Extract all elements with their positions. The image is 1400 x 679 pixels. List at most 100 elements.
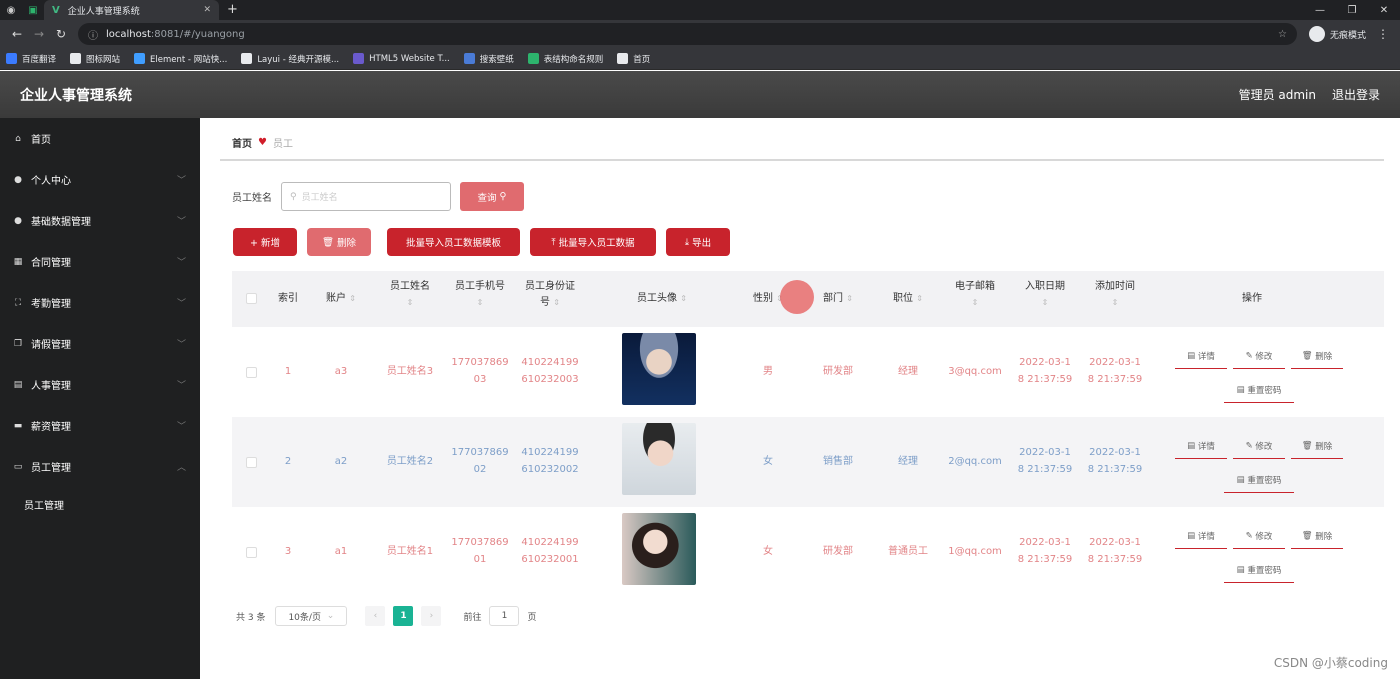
minimize-icon[interactable]: — xyxy=(1304,5,1336,16)
bookmark-icon xyxy=(463,53,475,64)
cell-email: 1@qq.com xyxy=(942,543,1008,560)
logout-link[interactable]: 退出登录 xyxy=(1332,86,1380,103)
row-checkbox[interactable] xyxy=(246,457,257,468)
sort-icon[interactable]: ⇕ xyxy=(846,294,853,303)
employee-avatar[interactable] xyxy=(622,333,696,405)
next-page-button[interactable]: › xyxy=(421,606,442,626)
sidebar-item[interactable]: ● 基础数据管理 ﹀ xyxy=(0,200,200,241)
sidebar-item[interactable]: ▬ 薪资管理 ﹀ xyxy=(0,405,200,446)
sidebar-item[interactable]: ● 个人中心 ﹀ xyxy=(0,159,200,200)
sort-icon[interactable]: ⇕ xyxy=(477,298,484,307)
header-dept[interactable]: 部门 ⇕ xyxy=(808,291,868,307)
row-checkbox[interactable] xyxy=(246,367,257,378)
bookmark-item[interactable]: Layui - 经典开源模... xyxy=(241,53,339,65)
sort-icon[interactable]: ⇕ xyxy=(916,294,923,303)
bookmark-item[interactable]: 百度翻译 xyxy=(6,53,56,65)
header-position[interactable]: 职位 ⇕ xyxy=(878,291,938,307)
breadcrumb-home[interactable]: 首页 xyxy=(232,135,252,150)
delete-row-button[interactable]: 🗑 删除 xyxy=(1291,433,1343,459)
page-button-current[interactable]: 1 xyxy=(393,606,414,626)
goto-page-input[interactable]: 1 xyxy=(489,606,520,626)
chevron-down-icon: ﹀ xyxy=(176,299,186,309)
sidebar-item[interactable]: ▭ 员工管理 ︿ xyxy=(0,446,200,487)
sidebar-item[interactable]: ▤ 人事管理 ﹀ xyxy=(0,364,200,405)
delete-row-button[interactable]: 🗑 删除 xyxy=(1291,523,1343,549)
add-button[interactable]: + 新增 xyxy=(233,228,297,256)
header-phone[interactable]: 员工手机号 ⇕ xyxy=(450,279,510,311)
sidebar-item[interactable]: ▦ 合同管理 ﹀ xyxy=(0,241,200,282)
delete-row-button[interactable]: 🗑 删除 xyxy=(1291,343,1343,369)
fullscreen-icon: ⛶ xyxy=(14,297,22,308)
bookmark-item[interactable]: Element - 网站快... xyxy=(134,53,227,65)
info-icon[interactable]: ⓘ xyxy=(88,27,98,42)
reset-password-button[interactable]: ▤ 重置密码 xyxy=(1224,557,1294,583)
sort-icon[interactable]: ⇕ xyxy=(972,298,979,307)
edit-button[interactable]: ✎ 修改 xyxy=(1233,523,1285,549)
browser-tab[interactable]: V 企业人事管理系统 ✕ xyxy=(44,0,219,20)
cell-text: 2022-03-1 xyxy=(1089,357,1141,368)
page-size-select[interactable]: 10条/页 ⌄ xyxy=(275,606,348,626)
header-added[interactable]: 添加时间 ⇕ xyxy=(1084,279,1146,311)
detail-button[interactable]: ▤ 详情 xyxy=(1175,523,1227,549)
search-input[interactable]: ⚲ 员工姓名 xyxy=(281,182,451,211)
sidebar-item[interactable]: ⛶ 考勤管理 ﹀ xyxy=(0,282,200,323)
bookmark-item[interactable]: HTML5 Website T... xyxy=(353,53,450,64)
url-input[interactable]: ⓘ localhost:8081/#/yuangong ☆ xyxy=(78,23,1297,45)
header-account[interactable]: 账户 ⇕ xyxy=(316,291,366,307)
header-email[interactable]: 电子邮箱 ⇕ xyxy=(944,279,1006,311)
more-menu-icon[interactable]: ⋮ xyxy=(1372,27,1394,41)
bookmark-item[interactable]: 搜索壁纸 xyxy=(463,53,514,65)
bookmark-icon xyxy=(70,53,82,64)
cell-gender: 女 xyxy=(738,543,798,560)
sort-icon[interactable]: ⇕ xyxy=(553,298,560,307)
header-hire-date[interactable]: 入职日期 ⇕ xyxy=(1014,279,1076,311)
select-all-checkbox[interactable] xyxy=(246,293,257,304)
detail-button[interactable]: ▤ 详情 xyxy=(1175,343,1227,369)
bookmark-star-icon[interactable]: ☆ xyxy=(1278,29,1287,40)
bookmark-item[interactable]: 首页 xyxy=(617,53,650,65)
import-button[interactable]: ⤒ 批量导入员工数据 xyxy=(530,228,656,256)
query-button[interactable]: 查询 ⚲ xyxy=(460,182,524,211)
close-tab-icon[interactable]: ✕ xyxy=(203,5,211,15)
header-idcard[interactable]: 员工身份证号 ⇕ xyxy=(520,279,580,311)
back-icon[interactable]: ← xyxy=(6,27,28,41)
close-window-icon[interactable]: ✕ xyxy=(1368,5,1400,16)
sort-icon[interactable]: ⇕ xyxy=(407,298,414,307)
detail-button[interactable]: ▤ 详情 xyxy=(1175,433,1227,459)
bookmark-item[interactable]: 图标网站 xyxy=(70,53,120,65)
employee-avatar[interactable] xyxy=(622,423,696,495)
export-button[interactable]: ⤓ 导出 xyxy=(666,228,730,256)
pinned-tab-icon[interactable]: ▣ xyxy=(22,0,44,20)
url-host: localhost xyxy=(106,28,151,40)
row-checkbox[interactable] xyxy=(246,547,257,558)
sidebar-item[interactable]: ❐ 请假管理 ﹀ xyxy=(0,323,200,364)
delete-button[interactable]: 🗑 删除 xyxy=(307,228,371,256)
reset-password-button[interactable]: ▤ 重置密码 xyxy=(1224,377,1294,403)
bookmark-item[interactable]: 表结构命名规则 xyxy=(527,53,603,65)
sort-icon[interactable]: ⇕ xyxy=(680,294,687,303)
forward-icon[interactable]: → xyxy=(28,27,50,41)
prev-page-button[interactable]: ‹ xyxy=(365,606,386,626)
sidebar-item[interactable]: ⌂ 首页 xyxy=(0,118,200,159)
import-template-button[interactable]: 批量导入员工数据模板 xyxy=(387,228,520,256)
heart-icon: ♥ xyxy=(258,137,267,148)
reload-icon[interactable]: ↻ xyxy=(50,27,72,41)
cell-text: 410224199 xyxy=(521,447,579,458)
sidebar-subitem[interactable]: 员工管理 xyxy=(0,487,200,521)
reset-password-button[interactable]: ▤ 重置密码 xyxy=(1224,467,1294,493)
header-photo[interactable]: 员工头像 ⇕ xyxy=(612,291,712,307)
sort-icon[interactable]: ⇕ xyxy=(349,294,356,303)
edit-button[interactable]: ✎ 修改 xyxy=(1233,433,1285,459)
table-row[interactable]: 1 a3 员工姓名3 177037869 03 410224199 610232003 男 研发… xyxy=(232,327,1384,417)
header-name[interactable]: 员工姓名 ⇕ xyxy=(380,279,440,311)
sort-icon[interactable]: ⇕ xyxy=(1112,298,1119,307)
restore-icon[interactable]: ❐ xyxy=(1336,5,1368,16)
browser-menu-icon[interactable]: ◉ xyxy=(0,0,22,20)
new-tab-icon[interactable]: + xyxy=(227,0,238,20)
table-row[interactable]: 3 a1 员工姓名1 177037869 01 410224199 610232001 女 研发… xyxy=(232,507,1384,597)
incognito-indicator[interactable]: 无痕模式 xyxy=(1308,26,1366,42)
employee-avatar[interactable] xyxy=(622,513,696,585)
sort-icon[interactable]: ⇕ xyxy=(1042,298,1049,307)
edit-button[interactable]: ✎ 修改 xyxy=(1233,343,1285,369)
table-row[interactable]: 2 a2 员工姓名2 177037869 02 410224199 610232002 女 销售… xyxy=(232,417,1384,507)
